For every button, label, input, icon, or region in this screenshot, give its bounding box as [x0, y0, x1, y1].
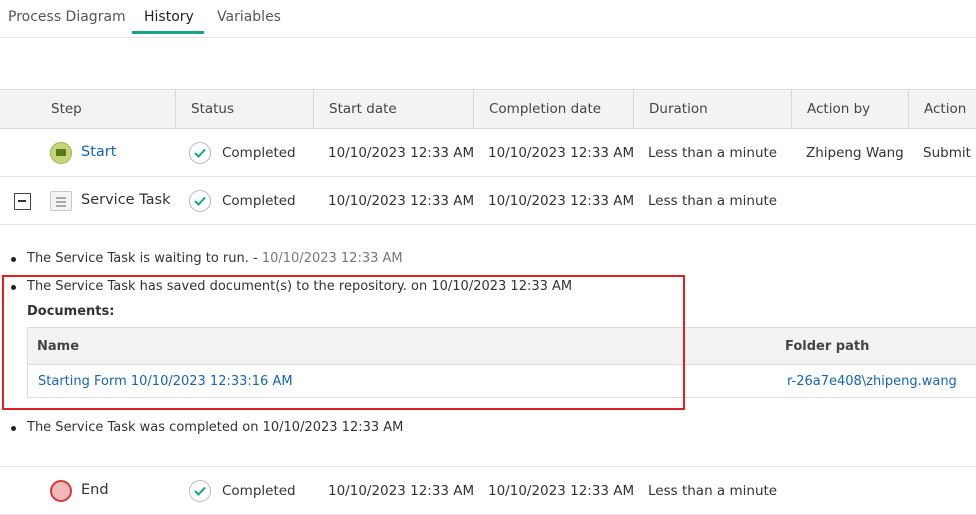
column-header-action-by[interactable]: Action by	[791, 90, 908, 128]
tab-bar: Process Diagram History Variables	[0, 0, 976, 38]
start-event-icon	[50, 142, 72, 164]
folder-path-link[interactable]: r-26a7e408\zhipeng.wang	[787, 374, 957, 389]
collapse-button[interactable]	[14, 193, 31, 210]
column-header-folder-path: Folder path	[785, 339, 870, 354]
column-header-action[interactable]: Action	[908, 90, 976, 128]
column-header-step[interactable]: Step	[0, 90, 175, 128]
tab-process-diagram[interactable]: Process Diagram	[8, 0, 126, 35]
column-header-completion-date[interactable]: Completion date	[473, 90, 633, 128]
duration: Less than a minute	[648, 145, 778, 161]
log-entry-waiting: The Service Task is waiting to run. - 10…	[27, 251, 403, 266]
document-name-link[interactable]: Starting Form 10/10/2023 12:33:16 AM	[38, 374, 293, 389]
start-date: 10/10/2023 12:33 AM	[328, 193, 475, 209]
table-row: End Completed 10/10/2023 12:33 AM 10/10/…	[0, 467, 976, 515]
table-row: Start Completed 10/10/2023 12:33 AM 10/1…	[0, 129, 976, 177]
log-entry-completed: The Service Task was completed on 10/10/…	[27, 420, 404, 435]
table-row: Service Task Completed 10/10/2023 12:33 …	[0, 177, 976, 225]
action: Submit	[923, 145, 971, 161]
documents-table-header: Name Folder path	[28, 328, 976, 365]
bullet	[11, 257, 16, 262]
column-header-duration[interactable]: Duration	[633, 90, 791, 128]
log-waiting-time: 10/10/2023 12:33 AM	[261, 251, 403, 266]
end-event-icon	[50, 480, 72, 502]
service-task-icon	[50, 191, 72, 211]
status-text: Completed	[222, 193, 296, 209]
tab-history[interactable]: History	[144, 0, 194, 35]
completed-check-icon	[189, 480, 211, 502]
documents-label: Documents:	[27, 304, 115, 319]
column-header-status[interactable]: Status	[175, 90, 313, 128]
log-waiting-text: The Service Task is waiting to run. -	[27, 251, 262, 266]
duration: Less than a minute	[648, 193, 778, 209]
log-entry-saved: The Service Task has saved document(s) t…	[27, 279, 573, 294]
history-table-header: Step Status Start date Completion date D…	[0, 89, 976, 129]
column-header-start-date[interactable]: Start date	[313, 90, 473, 128]
bullet	[11, 426, 16, 431]
start-date: 10/10/2023 12:33 AM	[328, 145, 475, 161]
completed-check-icon	[189, 190, 211, 212]
tab-variables[interactable]: Variables	[217, 0, 281, 35]
status-text: Completed	[222, 145, 296, 161]
action-by: Zhipeng Wang	[806, 145, 904, 161]
column-header-name: Name	[37, 339, 80, 354]
step-start-link[interactable]: Start	[81, 144, 116, 160]
completed-check-icon	[189, 142, 211, 164]
completion-date: 10/10/2023 12:33 AM	[488, 483, 635, 499]
completion-date: 10/10/2023 12:33 AM	[488, 193, 635, 209]
step-service-task: Service Task	[81, 192, 171, 208]
completion-date: 10/10/2023 12:33 AM	[488, 145, 635, 161]
step-end: End	[81, 482, 109, 498]
active-tab-indicator	[132, 31, 204, 34]
status-text: Completed	[222, 483, 296, 499]
start-date: 10/10/2023 12:33 AM	[328, 483, 475, 499]
duration: Less than a minute	[648, 483, 778, 499]
documents-table: Name Folder path Starting Form 10/10/202…	[27, 327, 976, 398]
bullet	[11, 285, 16, 290]
